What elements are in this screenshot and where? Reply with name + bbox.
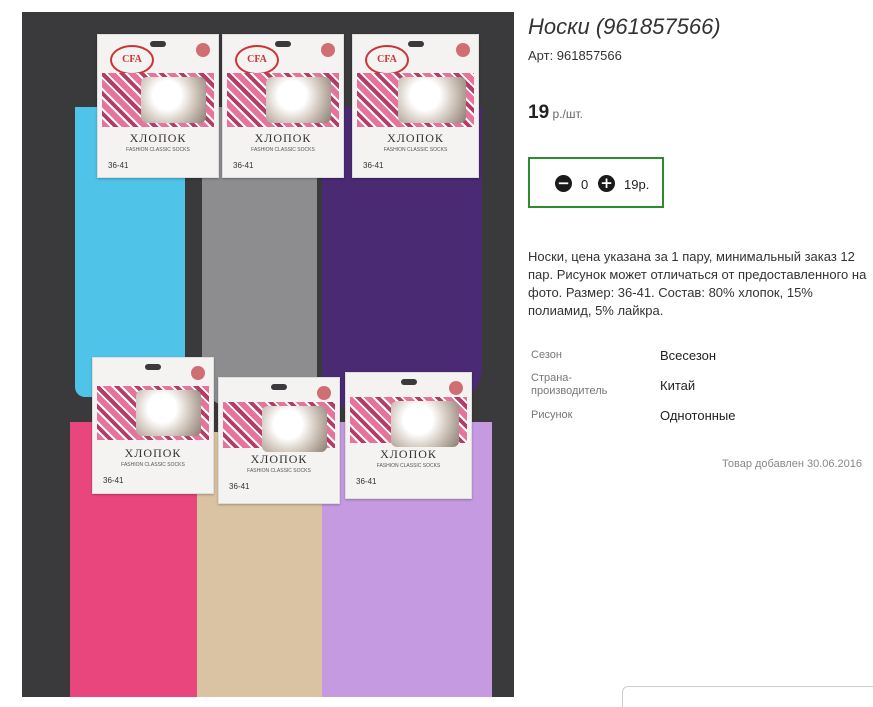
attribute-value-country: Китай bbox=[660, 378, 696, 393]
tag-size: 36-41 bbox=[229, 482, 250, 491]
brand-logo: CFA bbox=[365, 45, 409, 75]
product-title: Носки (961857566) bbox=[528, 14, 721, 39]
product-tag: CFA ХЛОПОК FASHION CLASSIC SOCKS 36-41 bbox=[352, 34, 479, 178]
tag-sub-label: FASHION CLASSIC SOCKS bbox=[247, 468, 311, 474]
product-price: 19 р./шт. bbox=[528, 102, 583, 124]
brand-logo: CFA bbox=[235, 45, 279, 75]
cotton-icon bbox=[321, 43, 335, 57]
date-added: Товар добавлен 30.06.2016 bbox=[722, 458, 863, 470]
tag-size: 36-41 bbox=[103, 476, 124, 485]
tag-label: ХЛОПОК bbox=[387, 131, 444, 145]
tag-sub-label: FASHION CLASSIC SOCKS bbox=[126, 147, 190, 153]
price-unit: р./шт. bbox=[549, 107, 583, 121]
tag-sub-label: FASHION CLASSIC SOCKS bbox=[251, 147, 315, 153]
tag-label: ХЛОПОК bbox=[250, 452, 308, 466]
brand-logo: CFA bbox=[110, 45, 154, 75]
tag-sub-label: FASHION CLASSIC SOCKS bbox=[376, 463, 441, 469]
tag-label: ХЛОПОК bbox=[380, 447, 437, 461]
tag-size: 36-41 bbox=[108, 161, 129, 170]
product-tag: CFA ХЛОПОК FASHION CLASSIC SOCKS 36-41 bbox=[222, 34, 344, 178]
product-tag: ХЛОПОК FASHION CLASSIC SOCKS 36-41 bbox=[345, 372, 472, 499]
cotton-icon bbox=[317, 386, 331, 400]
quantity-stepper: − 0 + 19р. bbox=[528, 157, 664, 208]
tag-label: ХЛОПОК bbox=[254, 131, 312, 145]
cotton-icon bbox=[196, 43, 210, 57]
tag-size: 36-41 bbox=[233, 161, 254, 170]
product-article: Арт: 961857566 bbox=[528, 48, 622, 63]
quantity-value[interactable]: 0 bbox=[581, 177, 588, 192]
tag-sub-label: FASHION CLASSIC SOCKS bbox=[121, 462, 185, 468]
plus-circle-icon[interactable]: + bbox=[598, 175, 615, 192]
attribute-value-pattern: Однотонные bbox=[660, 408, 736, 423]
cotton-icon bbox=[449, 381, 463, 395]
attribute-label-season: Сезон bbox=[531, 349, 562, 361]
tag-label: ХЛОПОК bbox=[129, 131, 187, 145]
attribute-value-season: Всесезон bbox=[660, 348, 717, 363]
cotton-icon bbox=[456, 43, 470, 57]
product-description: Носки, цена указана за 1 пару, минимальн… bbox=[528, 249, 867, 318]
tag-label: ХЛОПОК bbox=[124, 446, 182, 460]
product-tag: ХЛОПОК FASHION CLASSIC SOCKS 36-41 bbox=[218, 377, 340, 504]
attribute-label-country: Страна-производитель bbox=[531, 372, 608, 397]
product-tag: CFA ХЛОПОК FASHION CLASSIC SOCKS 36-41 bbox=[97, 34, 219, 178]
price-value: 19 bbox=[528, 102, 550, 123]
tag-sub-label: FASHION CLASSIC SOCKS bbox=[383, 147, 448, 153]
product-photo[interactable]: CFA ХЛОПОК FASHION CLASSIC SOCKS 36-41 C… bbox=[22, 12, 514, 697]
tag-size: 36-41 bbox=[356, 477, 377, 486]
product-tag: ХЛОПОК FASHION CLASSIC SOCKS 36-41 bbox=[92, 357, 214, 494]
tag-size: 36-41 bbox=[363, 161, 384, 170]
attribute-label-pattern: Рисунок bbox=[531, 409, 573, 421]
quantity-sum: 19р. bbox=[624, 177, 650, 192]
cotton-icon bbox=[191, 366, 205, 380]
minus-circle-icon[interactable]: − bbox=[555, 175, 572, 192]
